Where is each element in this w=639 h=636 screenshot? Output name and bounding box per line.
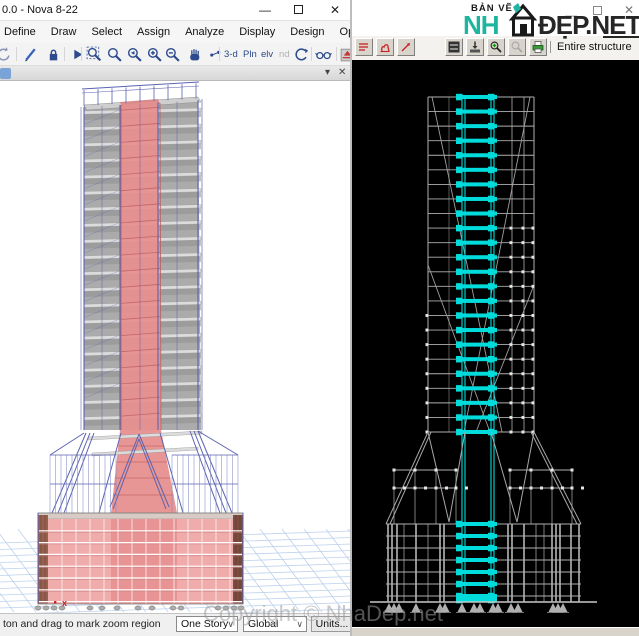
model-3d-viewport[interactable]: x (0, 81, 351, 613)
plan-view-button[interactable]: Pln (243, 49, 257, 60)
separator (81, 47, 82, 61)
viewer-bottom-strip (352, 627, 639, 636)
zoom-full-icon[interactable] (106, 46, 123, 63)
menu-display[interactable]: Display (239, 26, 275, 38)
zoom-in-green-icon[interactable] (487, 38, 505, 56)
separator (311, 47, 312, 61)
nd-view-button[interactable]: nd (279, 49, 290, 60)
window-title: 0.0 - Nova 8-22 (2, 4, 78, 16)
entire-structure-label: Entire structure (550, 41, 632, 53)
red-lines-icon[interactable] (355, 38, 373, 56)
separator (336, 47, 337, 61)
viewer-window: — ✕ BẢN VẼ NH ĐẸP.NET (350, 0, 639, 636)
minimize-button[interactable]: — (565, 8, 577, 22)
zoom-window-icon[interactable] (86, 46, 103, 63)
menu-define[interactable]: Define (4, 26, 36, 38)
building-elevation-render (352, 60, 639, 627)
view-tab-fragment (0, 68, 11, 79)
extents-icon[interactable] (445, 38, 463, 56)
run-icon[interactable] (69, 46, 86, 63)
viewer-toolbar: Entire structure (352, 36, 639, 60)
status-bar: ton and drag to mark zoom region One Sto… (0, 613, 351, 633)
story-select[interactable]: One Story∨ (176, 616, 238, 632)
pencil-icon[interactable] (22, 46, 39, 63)
maximize-button[interactable] (593, 6, 602, 15)
red-arrow-icon[interactable] (397, 38, 415, 56)
elevation-viewport[interactable] (352, 60, 639, 627)
chevron-down-icon: ∨ (296, 619, 303, 630)
menu-design[interactable]: Design (290, 26, 324, 38)
save-view-icon[interactable] (466, 38, 484, 56)
close-view-button[interactable]: ✕ (338, 67, 346, 79)
glasses-icon[interactable] (315, 46, 332, 63)
status-hint: ton and drag to mark zoom region (3, 618, 161, 630)
main-toolbar: 3-d Pln elv nd (0, 43, 351, 66)
menu-assign[interactable]: Assign (137, 26, 170, 38)
zoom-in-icon[interactable] (146, 46, 163, 63)
screenshot-root: 0.0 - Nova 8-22 — ✕ Define Draw Select A… (0, 0, 639, 636)
zoom-disabled-icon[interactable] (508, 38, 526, 56)
redo-icon[interactable] (0, 46, 12, 63)
title-bar[interactable]: 0.0 - Nova 8-22 — ✕ (0, 0, 351, 21)
close-button[interactable]: ✕ (624, 3, 634, 17)
lock-icon[interactable] (45, 46, 62, 63)
chevron-down-icon: ∨ (227, 619, 234, 630)
menu-bar: Define Draw Select Assign Analyze Displa… (0, 21, 351, 43)
menu-analyze[interactable]: Analyze (185, 26, 224, 38)
close-button[interactable]: ✕ (330, 3, 340, 17)
red-render-icon[interactable] (376, 38, 394, 56)
collapse-view-button[interactable]: ▾ (325, 67, 330, 79)
units-button[interactable]: Units... (311, 616, 353, 632)
viewer-title-bar[interactable]: — ✕ (352, 0, 639, 36)
menu-draw[interactable]: Draw (51, 26, 77, 38)
print-icon[interactable] (529, 38, 547, 56)
maximize-button[interactable] (294, 5, 303, 14)
elevation-view-button[interactable]: elv (261, 49, 273, 60)
rotate-view-icon[interactable] (292, 46, 309, 63)
zoom-previous-icon[interactable] (126, 46, 143, 63)
perspective-icon[interactable] (207, 46, 224, 63)
coordsys-select[interactable]: Global∨ (243, 616, 307, 632)
view-3d-button[interactable]: 3-d (224, 49, 238, 60)
separator (16, 47, 17, 61)
separator (219, 47, 220, 61)
separator (64, 47, 65, 61)
menu-select[interactable]: Select (91, 26, 122, 38)
svg-text:x: x (62, 598, 67, 608)
zoom-out-icon[interactable] (164, 46, 181, 63)
minimize-button[interactable]: — (259, 3, 271, 17)
pan-icon[interactable] (186, 46, 203, 63)
building-3d-render: x (0, 81, 351, 613)
view-window-titlebar[interactable]: ▾ ✕ (0, 66, 351, 81)
etabs-window: 0.0 - Nova 8-22 — ✕ Define Draw Select A… (0, 0, 351, 636)
